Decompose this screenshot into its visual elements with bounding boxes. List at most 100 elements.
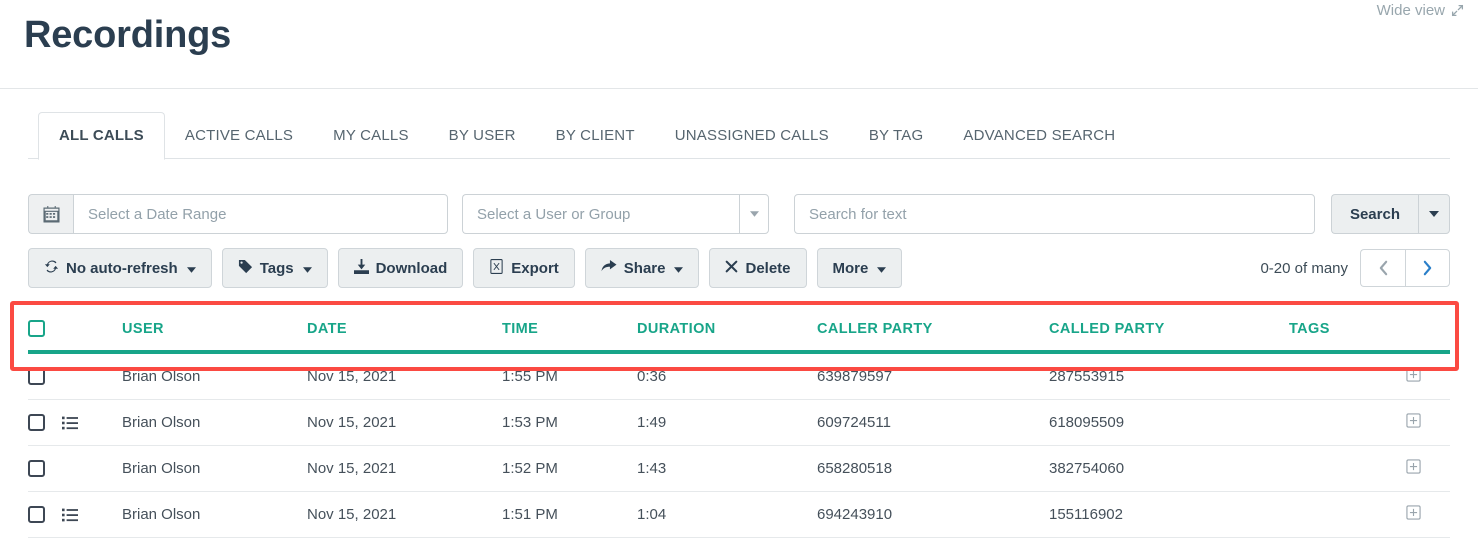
share-arrow-icon — [601, 259, 617, 278]
list-icon[interactable] — [62, 416, 78, 430]
cell-date: Nov 15, 2021 — [307, 491, 502, 538]
row-select-cell — [28, 352, 62, 400]
date-range-group — [28, 194, 448, 234]
tab-my-calls[interactable]: MY CALLS — [313, 113, 429, 159]
table-header-row: USER DATE TIME DURATION CALLER PARTY CAL… — [28, 306, 1450, 354]
select-all-checkbox[interactable] — [28, 320, 45, 337]
plus-square-icon[interactable] — [1406, 413, 1421, 428]
cell-called-party: 382754060 — [1049, 445, 1289, 492]
chevron-down-icon[interactable] — [739, 194, 769, 234]
tab-all-calls[interactable]: ALL CALLS — [38, 112, 165, 160]
plus-square-icon[interactable] — [1406, 459, 1421, 474]
page-title: Recordings — [24, 14, 232, 56]
cell-time: 1:53 PM — [502, 399, 637, 446]
tab-by-user[interactable]: BY USER — [429, 113, 536, 159]
caret-down-icon — [674, 260, 684, 277]
close-x-icon — [725, 260, 738, 277]
column-header-duration[interactable]: DURATION — [637, 306, 817, 354]
export-button[interactable]: Export — [473, 248, 575, 288]
auto-refresh-label: No auto-refresh — [66, 259, 178, 277]
column-header-tags[interactable]: TAGS — [1289, 306, 1406, 354]
table-row[interactable]: Brian Olson Nov 15, 2021 1:55 PM 0:36 63… — [28, 352, 1450, 400]
filter-bar: Select a User or Group Search — [28, 194, 1450, 234]
caret-down-icon — [186, 260, 196, 277]
cell-called-party: 155116902 — [1049, 491, 1289, 538]
icon-column-header — [62, 306, 122, 354]
column-header-time[interactable]: TIME — [502, 306, 637, 354]
cell-time: 1:51 PM — [502, 491, 637, 538]
cell-duration: 1:49 — [637, 399, 817, 446]
plus-square-icon[interactable] — [1406, 367, 1421, 382]
next-page-button[interactable] — [1405, 249, 1450, 287]
row-expand-cell — [1406, 399, 1450, 446]
column-header-called-party[interactable]: CALLED PARTY — [1049, 306, 1289, 354]
row-expand-cell — [1406, 445, 1450, 492]
cell-tags — [1289, 445, 1406, 492]
row-detail-icon-cell — [62, 491, 122, 538]
table-row[interactable]: Brian Olson Nov 15, 2021 1:51 PM 1:04 69… — [28, 491, 1450, 538]
column-header-user[interactable]: USER — [122, 306, 307, 354]
pagination-buttons — [1360, 249, 1450, 287]
cell-tags — [1289, 352, 1406, 400]
calendar-icon[interactable] — [28, 194, 73, 234]
row-checkbox[interactable] — [28, 506, 45, 524]
recordings-page: Wide view Recordings ALL CALLS ACTIVE CA… — [0, 0, 1478, 553]
auto-refresh-button[interactable]: No auto-refresh — [28, 248, 212, 288]
previous-page-button[interactable] — [1360, 249, 1405, 287]
search-options-caret-icon[interactable] — [1418, 194, 1450, 234]
cell-tags — [1289, 491, 1406, 538]
tags-button[interactable]: Tags — [221, 248, 328, 288]
search-button[interactable]: Search — [1330, 194, 1418, 234]
cell-caller-party: 609724511 — [817, 399, 1049, 446]
recordings-table: USER DATE TIME DURATION CALLER PARTY CAL… — [28, 306, 1450, 538]
date-range-input[interactable] — [73, 194, 448, 234]
row-select-cell — [28, 491, 62, 538]
tab-active-calls[interactable]: ACTIVE CALLS — [165, 113, 313, 159]
caret-down-icon — [302, 260, 312, 277]
table-row[interactable]: Brian Olson Nov 15, 2021 1:53 PM 1:49 60… — [28, 399, 1450, 446]
wide-view-toggle[interactable]: Wide view — [1377, 2, 1464, 19]
tab-by-client[interactable]: BY CLIENT — [536, 113, 655, 159]
row-checkbox[interactable] — [28, 460, 45, 478]
search-input[interactable] — [794, 194, 1315, 234]
cell-date: Nov 15, 2021 — [307, 352, 502, 400]
cell-time: 1:52 PM — [502, 445, 637, 492]
cell-called-party: 618095509 — [1049, 399, 1289, 446]
cell-time: 1:55 PM — [502, 352, 637, 400]
tab-unassigned-calls[interactable]: UNASSIGNED CALLS — [655, 113, 849, 159]
pagination-range-label: 0-20 of many — [1260, 259, 1348, 277]
row-select-cell — [28, 399, 62, 446]
more-label: More — [832, 259, 869, 277]
cell-user: Brian Olson — [122, 352, 307, 400]
row-detail-icon-cell — [62, 352, 122, 400]
tab-advanced-search[interactable]: ADVANCED SEARCH — [943, 113, 1135, 159]
cell-user: Brian Olson — [122, 445, 307, 492]
cell-date: Nov 15, 2021 — [307, 445, 502, 492]
pagination: 0-20 of many — [1260, 249, 1450, 287]
cell-caller-party: 694243910 — [817, 491, 1049, 538]
share-button[interactable]: Share — [584, 248, 700, 288]
cell-tags — [1289, 399, 1406, 446]
column-header-date[interactable]: DATE — [307, 306, 502, 354]
column-header-caller-party[interactable]: CALLER PARTY — [817, 306, 1049, 354]
row-checkbox[interactable] — [28, 368, 45, 386]
row-select-cell — [28, 445, 62, 492]
action-toolbar: No auto-refresh Tags Download Export Sha… — [28, 248, 1450, 288]
list-icon[interactable] — [62, 508, 78, 522]
row-expand-cell — [1406, 491, 1450, 538]
expand-column-header — [1406, 306, 1450, 354]
row-expand-cell — [1406, 352, 1450, 400]
more-button[interactable]: More — [816, 248, 903, 288]
cell-caller-party: 658280518 — [817, 445, 1049, 492]
download-button[interactable]: Download — [337, 248, 464, 288]
row-checkbox[interactable] — [28, 414, 45, 432]
user-group-select-value[interactable]: Select a User or Group — [462, 194, 739, 234]
plus-square-icon[interactable] — [1406, 505, 1421, 520]
delete-button[interactable]: Delete — [709, 248, 807, 288]
recordings-table-wrapper: USER DATE TIME DURATION CALLER PARTY CAL… — [28, 306, 1450, 553]
table-row[interactable]: Brian Olson Nov 15, 2021 1:52 PM 1:43 65… — [28, 445, 1450, 492]
search-button-group: Search — [1330, 194, 1450, 234]
user-group-select[interactable]: Select a User or Group — [462, 194, 769, 234]
tab-by-tag[interactable]: BY TAG — [849, 113, 944, 159]
refresh-icon — [44, 259, 59, 278]
